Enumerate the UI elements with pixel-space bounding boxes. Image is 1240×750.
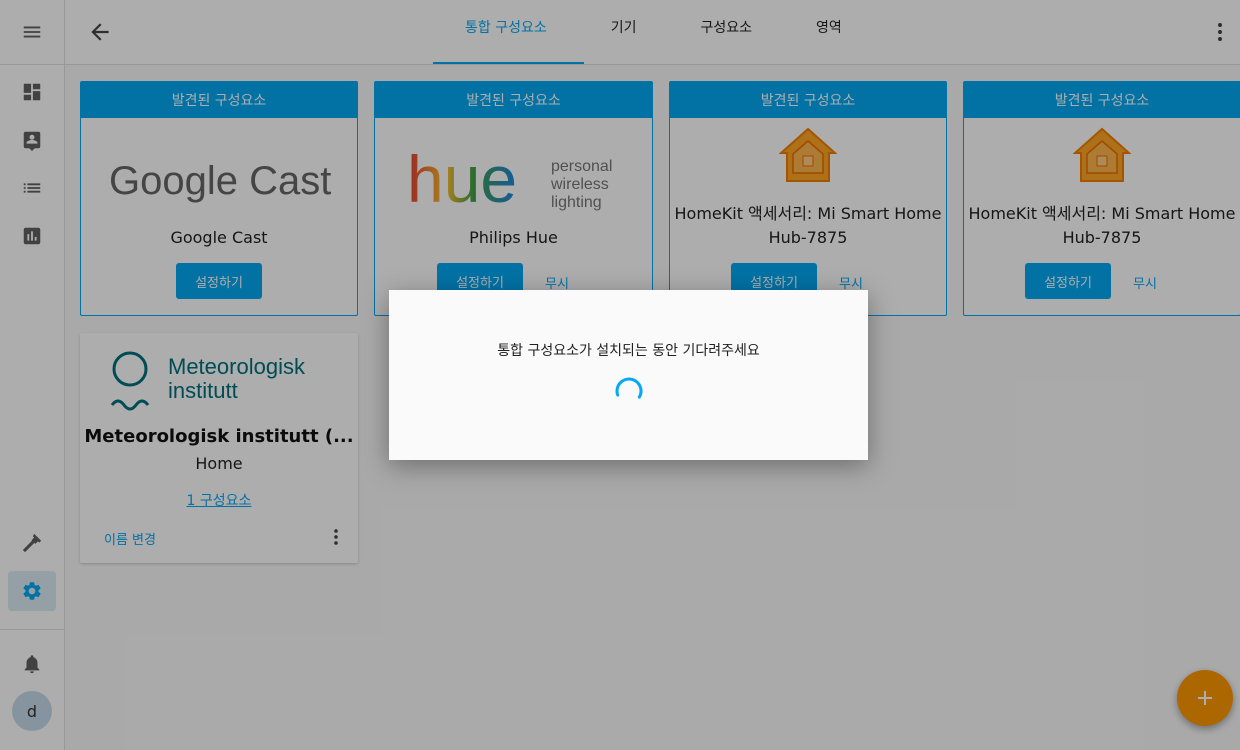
progress-dialog: 통합 구성요소가 설치되는 동안 기다려주세요 [389,290,868,460]
loading-spinner-icon [615,377,643,405]
dialog-message: 통합 구성요소가 설치되는 동안 기다려주세요 [497,343,760,359]
